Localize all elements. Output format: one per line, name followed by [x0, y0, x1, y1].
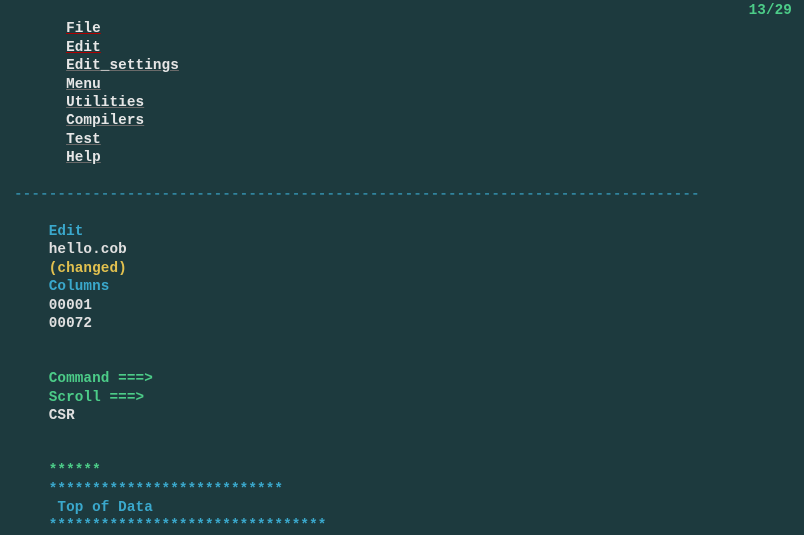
- changed-flag: (changed): [49, 261, 127, 277]
- menu-file[interactable]: File: [66, 21, 101, 37]
- header-row: Edit hello.cob (changed) Columns 00001 0…: [14, 204, 804, 351]
- top-stars-left-b: ***************************: [49, 482, 283, 498]
- top-stars-right: ********************************: [49, 518, 327, 534]
- menu-edit[interactable]: Edit: [66, 40, 101, 56]
- scroll-value[interactable]: CSR: [49, 408, 75, 424]
- menu-help[interactable]: Help: [66, 150, 101, 166]
- menu-utilities[interactable]: Utilities: [66, 95, 144, 111]
- menu-compilers[interactable]: Compilers: [66, 113, 144, 129]
- top-text: Top of Data: [49, 500, 162, 516]
- col-end: 00072: [49, 316, 92, 332]
- menu-test[interactable]: Test: [66, 132, 101, 148]
- command-row: Command ===> Scroll ===> CSR: [14, 352, 804, 444]
- scroll-label: Scroll ===>: [49, 390, 144, 406]
- col-start: 00001: [49, 298, 92, 314]
- menu-bar: File Edit Edit_settings Menu Utilities C…: [14, 2, 804, 186]
- file-name: hello.cob: [49, 242, 127, 258]
- menu-edit-settings[interactable]: Edit_settings: [66, 58, 179, 74]
- top-of-data: ****** *************************** Top o…: [14, 444, 804, 535]
- separator-dashes: ----------------------------------------…: [14, 186, 804, 204]
- line-counter: 13/29: [749, 2, 804, 186]
- mode-label: Edit: [49, 224, 84, 240]
- menu-items: File Edit Edit_settings Menu Utilities C…: [14, 2, 193, 186]
- top-stars-left-a: ******: [49, 463, 101, 479]
- command-prompt[interactable]: Command ===>: [49, 371, 153, 387]
- menu-menu[interactable]: Menu: [66, 77, 101, 93]
- columns-label: Columns: [49, 279, 110, 295]
